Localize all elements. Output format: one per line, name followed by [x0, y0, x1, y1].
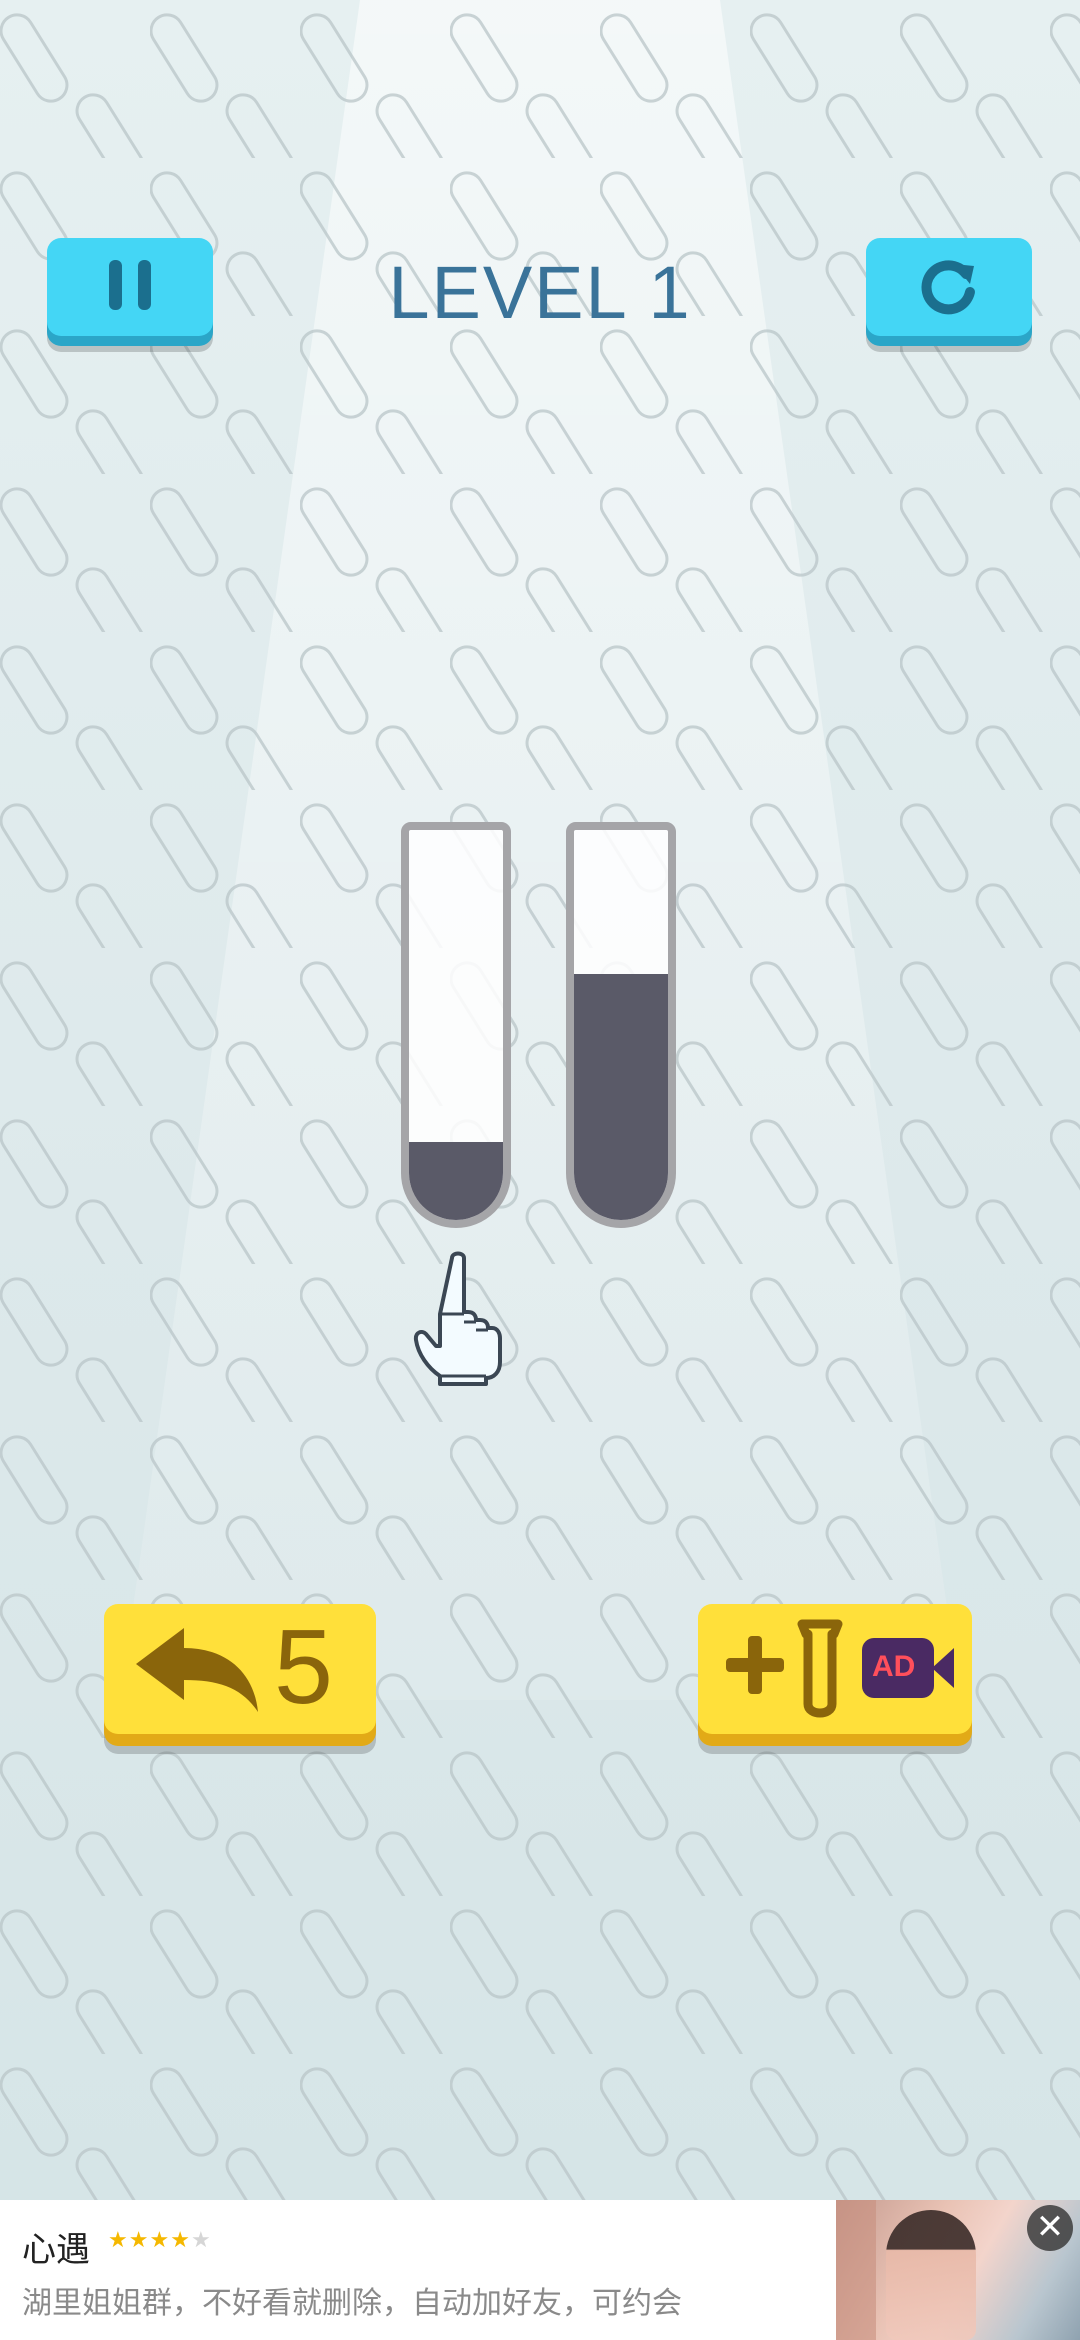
add-tube-button[interactable]: AD	[698, 1604, 972, 1734]
pointing-hand-icon	[413, 1251, 502, 1386]
undo-button[interactable]: 5	[104, 1604, 376, 1734]
video-camera-icon	[932, 1648, 954, 1688]
pause-icon	[101, 260, 159, 314]
ad-title: 心遇	[22, 2230, 90, 2270]
ad-description: 湖里姐姐群，不好看就删除，自动加好友，可约会	[22, 2286, 682, 2321]
pause-button[interactable]	[47, 238, 213, 336]
rating-star-icon: ★	[149, 2228, 171, 2253]
tube-2[interactable]	[566, 822, 676, 1228]
ad-rating-stars: ★★★★★	[108, 2228, 212, 2253]
restart-button[interactable]	[866, 238, 1032, 336]
ad-video-label: AD	[872, 1650, 916, 1683]
level-title: LEVEL 1	[388, 251, 692, 334]
rating-star-icon: ★	[108, 2228, 129, 2253]
ad-video-badge: AD	[862, 1638, 934, 1698]
plus-tube-icon	[726, 1619, 843, 1718]
rating-star-icon: ★	[170, 2228, 191, 2253]
undo-arrow-icon	[136, 1628, 258, 1712]
undo-count: 5	[274, 1608, 333, 1726]
restart-icon	[921, 260, 975, 315]
tube-1-liquid	[409, 1142, 503, 1220]
close-icon[interactable]: ✕	[1027, 2205, 1073, 2251]
tube-1[interactable]	[401, 822, 511, 1228]
rating-star-icon: ★	[128, 2228, 150, 2253]
tube-2-liquid	[574, 974, 668, 1220]
rating-star-icon: ★	[190, 2228, 212, 2253]
